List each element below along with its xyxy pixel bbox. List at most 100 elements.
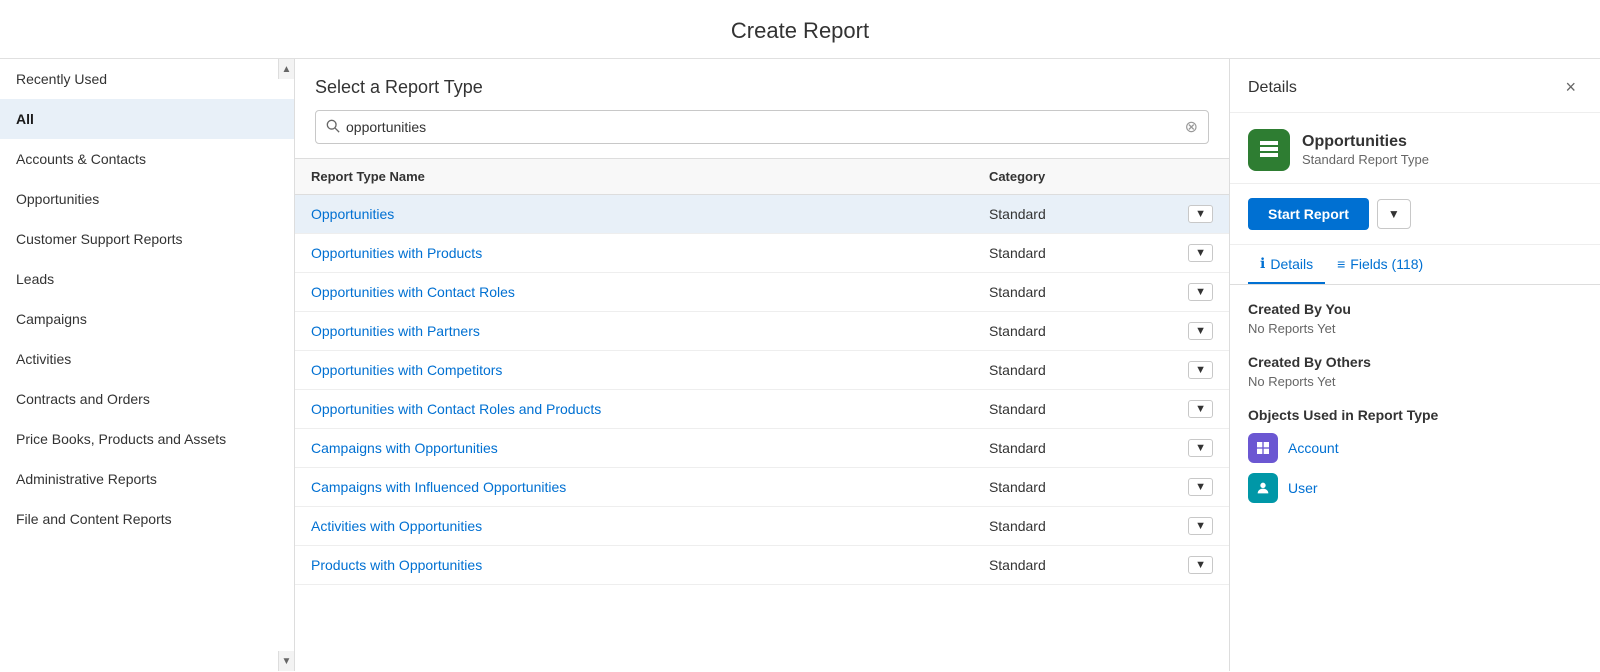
search-input[interactable]	[346, 119, 1185, 135]
center-header: Select a Report Type ⊗	[295, 59, 1229, 158]
report-category-cell: Standard ▼	[973, 234, 1229, 273]
report-type-name-cell[interactable]: Products with Opportunities	[295, 546, 973, 585]
report-type-name-cell[interactable]: Opportunities with Products	[295, 234, 973, 273]
sidebar-item-all[interactable]: All	[0, 99, 294, 139]
report-type-name-cell[interactable]: Activities with Opportunities	[295, 507, 973, 546]
report-category-cell: Standard▼	[973, 390, 1229, 429]
report-type-header: Opportunities Standard Report Type	[1230, 113, 1600, 184]
report-table: Report Type Name Category Opportunities S…	[295, 158, 1229, 671]
table-row[interactable]: Opportunities with Contact Roles Standard…	[295, 273, 1229, 312]
report-rows: OpportunitiesStandard▼Opportunities with…	[295, 195, 1229, 585]
sidebar-scroll-down[interactable]: ▼	[278, 651, 294, 671]
close-button[interactable]: ×	[1559, 75, 1582, 100]
select-report-title: Select a Report Type	[315, 77, 1209, 98]
report-type-subtitle: Standard Report Type	[1302, 152, 1429, 167]
start-report-button[interactable]: Start Report	[1248, 198, 1369, 230]
search-clear-icon[interactable]: ⊗	[1185, 117, 1198, 137]
report-type-name-cell[interactable]: Campaigns with Influenced Opportunities	[295, 468, 973, 507]
table-row[interactable]: Campaigns with Opportunities Standard ▼	[295, 429, 1229, 468]
tab-details-tab[interactable]: ℹ Details	[1248, 245, 1325, 284]
report-type-name-cell[interactable]: Opportunities with Competitors	[295, 351, 973, 390]
created-by-you-value: No Reports Yet	[1248, 321, 1582, 336]
table-row[interactable]: Opportunities Standard ▼	[295, 195, 1229, 234]
tab-icon: ℹ	[1260, 255, 1265, 272]
sidebar-item-leads[interactable]: Leads	[0, 259, 294, 299]
right-panel: Details × Opportunities Standard Report …	[1230, 59, 1600, 671]
report-category-cell: Standard ▼	[973, 546, 1229, 585]
sidebar-item-opportunities[interactable]: Opportunities	[0, 179, 294, 219]
report-type-name-cell[interactable]: Opportunities with Contact Roles	[295, 273, 973, 312]
row-dropdown-button[interactable]: ▼	[1188, 244, 1213, 262]
objects-list: Account User	[1248, 433, 1582, 503]
account-name[interactable]: Account	[1288, 440, 1339, 456]
sidebar-item-admin-reports[interactable]: Administrative Reports	[0, 459, 294, 499]
table-row[interactable]: Opportunities with Contact Roles and Pro…	[295, 390, 1229, 429]
user-name[interactable]: User	[1288, 480, 1318, 496]
created-by-others-label: Created By Others	[1248, 354, 1582, 370]
sidebar-item-activities[interactable]: Activities	[0, 339, 294, 379]
sidebar-item-recently-used[interactable]: Recently Used	[0, 59, 294, 99]
action-buttons: Start Report ▼	[1230, 184, 1600, 245]
category-label: Standard	[989, 440, 1046, 456]
row-dropdown-button[interactable]: ▼	[1188, 283, 1213, 301]
sidebar-item-contracts-orders[interactable]: Contracts and Orders	[0, 379, 294, 419]
row-dropdown-button[interactable]: ▼	[1188, 439, 1213, 457]
sidebar-item-file-content[interactable]: File and Content Reports	[0, 499, 294, 539]
category-label: Standard	[989, 362, 1046, 378]
table-row[interactable]: Activities with OpportunitiesStandard▼	[295, 507, 1229, 546]
table-row[interactable]: Opportunities with Partners Standard ▼	[295, 312, 1229, 351]
created-by-others-section: Created By Others No Reports Yet	[1248, 354, 1582, 389]
report-type-name: Opportunities	[1302, 133, 1429, 151]
category-label: Standard	[989, 557, 1046, 573]
sidebar-items: Recently UsedAllAccounts & ContactsOppor…	[0, 59, 294, 539]
detail-content: Created By You No Reports Yet Created By…	[1230, 285, 1600, 671]
report-type-name-cell[interactable]: Opportunities with Partners	[295, 312, 973, 351]
account-icon	[1248, 433, 1278, 463]
row-dropdown-button[interactable]: ▼	[1188, 322, 1213, 340]
row-dropdown-button[interactable]: ▼	[1188, 400, 1213, 418]
col-category: Category	[973, 159, 1229, 195]
category-label: Standard	[989, 245, 1046, 261]
tab-label: Details	[1270, 256, 1313, 272]
table-row[interactable]: Opportunities with Competitors Standard ▼	[295, 351, 1229, 390]
tab-fields-tab[interactable]: ≡ Fields (118)	[1325, 245, 1435, 284]
report-category-cell: Standard▼	[973, 507, 1229, 546]
objects-label: Objects Used in Report Type	[1248, 407, 1582, 423]
object-item-account: Account	[1248, 433, 1582, 463]
category-label: Standard	[989, 323, 1046, 339]
details-panel-title: Details	[1248, 79, 1297, 97]
table-row[interactable]: Opportunities with Products Standard ▼	[295, 234, 1229, 273]
search-bar: ⊗	[315, 110, 1209, 144]
col-report-type-name: Report Type Name	[295, 159, 973, 195]
row-dropdown-button[interactable]: ▼	[1188, 478, 1213, 496]
report-type-icon	[1248, 129, 1290, 171]
row-dropdown-button[interactable]: ▼	[1188, 361, 1213, 379]
sidebar-item-accounts-contacts[interactable]: Accounts & Contacts	[0, 139, 294, 179]
row-dropdown-button[interactable]: ▼	[1188, 205, 1213, 223]
table-row[interactable]: Campaigns with Influenced OpportunitiesS…	[295, 468, 1229, 507]
created-by-you-label: Created By You	[1248, 301, 1582, 317]
detail-tabs: ℹ Details≡ Fields (118)	[1230, 245, 1600, 285]
start-report-dropdown[interactable]: ▼	[1377, 199, 1411, 229]
category-label: Standard	[989, 284, 1046, 300]
report-category-cell: Standard ▼	[973, 195, 1229, 234]
objects-section: Objects Used in Report Type Account User	[1248, 407, 1582, 503]
table-row[interactable]: Products with Opportunities Standard ▼	[295, 546, 1229, 585]
sidebar-item-campaigns[interactable]: Campaigns	[0, 299, 294, 339]
created-by-you-section: Created By You No Reports Yet	[1248, 301, 1582, 336]
category-label: Standard	[989, 206, 1046, 222]
report-type-name-cell[interactable]: Opportunities with Contact Roles and Pro…	[295, 390, 973, 429]
report-type-name-cell[interactable]: Campaigns with Opportunities	[295, 429, 973, 468]
sidebar-item-customer-support[interactable]: Customer Support Reports	[0, 219, 294, 259]
tab-label: Fields (118)	[1350, 256, 1423, 272]
report-type-info: Opportunities Standard Report Type	[1302, 133, 1429, 167]
row-dropdown-button[interactable]: ▼	[1188, 517, 1213, 535]
report-type-table: Report Type Name Category Opportunities S…	[295, 158, 1229, 585]
sidebar-item-price-books[interactable]: Price Books, Products and Assets	[0, 419, 294, 459]
sidebar-scroll-up[interactable]: ▲	[278, 59, 294, 79]
report-category-cell: Standard▼	[973, 468, 1229, 507]
object-item-user: User	[1248, 473, 1582, 503]
report-type-name-cell[interactable]: Opportunities	[295, 195, 973, 234]
center-panel: Select a Report Type ⊗	[295, 59, 1230, 671]
row-dropdown-button[interactable]: ▼	[1188, 556, 1213, 574]
